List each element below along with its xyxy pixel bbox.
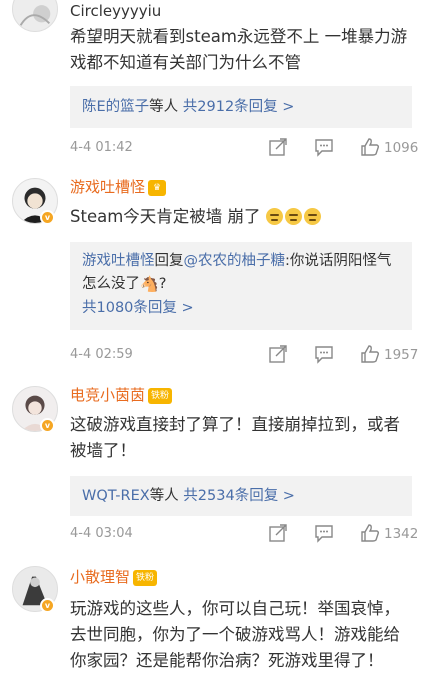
username-text[interactable]: 电竞小茵茵 [70,386,145,404]
sweat-emoji-icon [303,208,321,225]
share-icon[interactable] [268,344,288,364]
like-icon[interactable] [360,344,380,364]
comment-icon[interactable] [314,344,334,364]
comment-meta: 4-4 03:04 1342 [70,523,418,545]
avatar[interactable] [12,0,58,32]
horse-emoji-icon: 🐴 [140,275,159,293]
reply-verb: 回复 [154,253,184,269]
like-count: 1342 [384,526,419,542]
comment-text-body: Steam今天肯定被墙 崩了 [70,207,261,226]
reply-names[interactable]: WQT-REX [82,488,150,504]
reply-summary[interactable]: WQT-REX等人 共2534条回复 > [70,476,412,516]
comment-text: 玩游戏的这些人，你可以自己玩！举国哀悼，去世同胞，你为了一个破游戏骂人！游戏能给… [70,599,400,670]
comment-icon[interactable] [314,137,334,157]
comment-icon[interactable] [314,523,334,543]
verified-badge-icon: v [40,418,55,433]
username-text[interactable]: 小散理智 [70,568,130,586]
reply-author[interactable]: 游戏吐槽怪 [82,253,155,269]
reply-etc: 等人 [149,99,179,115]
sweat-emoji-icon [265,208,283,225]
like-count: 1957 [384,347,419,363]
comment-time: 4-4 02:59 [70,347,133,362]
username[interactable]: 游戏吐槽怪 ♛ [70,176,167,197]
fan-level-badge: 铁粉 [148,387,173,404]
comment-time: 4-4 03:04 [70,526,133,541]
verified-badge-icon: v [40,598,55,613]
comment-text: Steam今天肯定被墙 崩了 [70,204,410,230]
username[interactable]: 电竞小茵茵 铁粉 [70,384,173,405]
reply-count-link[interactable]: 共1080条回复 > [82,296,400,320]
reply-preview[interactable]: 游戏吐槽怪回复@农农的柚子糖:你说话阴阳怪气 怎么没了🐴? 共1080条回复 > [70,242,412,330]
like-icon[interactable] [360,523,380,543]
comment-text: 这破游戏直接封了算了！直接崩掉拉到，或者被墙了！ [70,415,400,460]
sweat-emoji-icon [284,208,302,225]
share-icon[interactable] [268,137,288,157]
username[interactable]: Circleyyyyiu [70,2,161,20]
reply-count-link[interactable]: 共2912条回复 > [183,99,295,115]
reply-count-link[interactable]: 共2534条回复 > [183,488,295,504]
reply-mention[interactable]: @农农的柚子糖 [184,253,286,269]
verified-badge-icon: v [40,210,55,225]
comment-meta: 4-4 02:59 1957 [70,344,418,366]
share-icon[interactable] [268,523,288,543]
level-badge-icon: ♛ [148,179,167,196]
reply-names[interactable]: 陈E的篮子 [82,99,149,115]
like-icon[interactable] [360,137,380,157]
comment-meta: 4-4 01:42 1096 [70,137,418,159]
reply-summary[interactable]: 陈E的篮子等人 共2912条回复 > [70,86,412,128]
like-count: 1096 [384,140,419,156]
comment-time: 4-4 01:42 [70,140,133,155]
fan-level-badge: 铁粉 [133,569,158,586]
username[interactable]: 小散理智 铁粉 [70,566,158,587]
username-text[interactable]: 游戏吐槽怪 [70,178,145,196]
comment-text: 希望明天就看到steam永远登不上 一堆暴力游戏都不知道有关部门为什么不管 [70,27,408,72]
reply-etc: 等人 [149,488,179,504]
